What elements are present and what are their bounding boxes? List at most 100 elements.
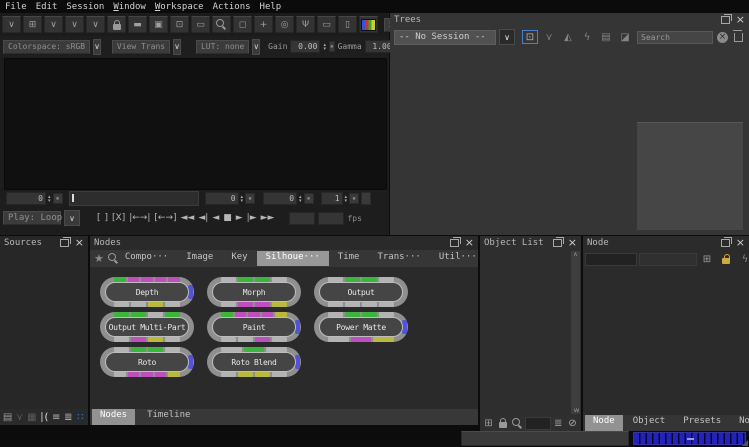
pan-reset-button[interactable]: +: [254, 16, 273, 33]
frame-spinner[interactable]: ▴▾: [48, 195, 51, 203]
lut-chevron-icon[interactable]: ∨: [252, 39, 260, 55]
node-output-multi-part[interactable]: Output Multi-Part: [100, 312, 194, 342]
object-list-float-icon[interactable]: [553, 239, 562, 247]
node-panel-float-icon[interactable]: [721, 239, 730, 247]
fast-forward-button[interactable]: ►►: [261, 213, 275, 223]
process-icon[interactable]: ϟ: [737, 252, 749, 266]
scroll-up-icon[interactable]: ∧: [573, 251, 577, 258]
trees-float-icon[interactable]: [721, 16, 730, 24]
node-output[interactable]: Output: [314, 277, 408, 307]
play-button[interactable]: ►: [236, 213, 243, 223]
dod-button[interactable]: ◻: [233, 16, 252, 33]
layout-button[interactable]: ⊞: [23, 16, 42, 33]
step-reset-button[interactable]: ▪: [349, 193, 359, 204]
node-label-field[interactable]: [639, 253, 697, 266]
thumbnail-view-icon[interactable]: ∷: [75, 410, 86, 424]
colorspace-dropdown[interactable]: Colorspace: sRGB: [3, 40, 90, 54]
display-icon[interactable]: ⊡: [522, 30, 538, 44]
tab-image[interactable]: Image: [177, 251, 222, 266]
channel-dropdown-button[interactable]: ∨: [65, 16, 84, 33]
nodes-float-icon[interactable]: [450, 239, 459, 247]
footer-tab-timeline[interactable]: Timeline: [139, 409, 198, 425]
tree-icon[interactable]: ⋎: [541, 30, 557, 44]
frame-reset-button[interactable]: ▪: [53, 193, 63, 204]
menu-window[interactable]: Window: [113, 2, 146, 12]
object-list-close-icon[interactable]: ×: [568, 238, 577, 248]
crop-button[interactable]: ▭: [317, 16, 336, 33]
play-range-button[interactable]: [←→]: [154, 213, 176, 223]
import-media-icon[interactable]: ▤: [2, 410, 13, 424]
lock-icon[interactable]: [496, 416, 509, 430]
range-start-reset-button[interactable]: ▪: [245, 193, 255, 204]
film-icon[interactable]: ▦: [26, 410, 37, 424]
node-panel-tab-object[interactable]: Object: [625, 415, 674, 431]
lut-dropdown[interactable]: LUT: none: [196, 40, 249, 54]
goto-in-button[interactable]: |←→|: [129, 213, 150, 223]
region-button[interactable]: ▭: [191, 16, 210, 33]
range-end-field[interactable]: [263, 192, 297, 205]
gain-spinner[interactable]: ▴▾: [323, 43, 326, 51]
step-field[interactable]: [321, 192, 343, 205]
compare-dropdown-button[interactable]: ∨: [86, 16, 105, 33]
timeline-slider[interactable]: [69, 191, 199, 206]
range-end-spinner[interactable]: ▴▾: [299, 195, 302, 203]
lock-icon[interactable]: [718, 252, 734, 266]
view-transform-chevron-icon[interactable]: ∨: [173, 39, 181, 55]
stop-button[interactable]: ■: [223, 213, 232, 223]
node-morph[interactable]: Morph: [207, 277, 301, 307]
notes-button[interactable]: ▯: [338, 16, 357, 33]
menu-file[interactable]: File: [5, 2, 27, 12]
resize-grip-icon[interactable]: [742, 440, 748, 446]
current-frame-field[interactable]: [6, 192, 46, 205]
output-icon[interactable]: ◭: [560, 30, 576, 44]
tree-icon[interactable]: ⋎: [14, 410, 25, 424]
trees-close-icon[interactable]: ×: [736, 15, 745, 25]
colorbars-button[interactable]: [359, 16, 378, 33]
save-icon[interactable]: ◪: [617, 30, 633, 44]
layers-icon[interactable]: ≣: [552, 416, 565, 430]
tab-util[interactable]: Util···: [430, 251, 486, 266]
rotate-button[interactable]: ◎: [275, 16, 294, 33]
scroll-down-icon[interactable]: ∨∨: [573, 407, 578, 414]
range-end-reset-button[interactable]: ▪: [304, 193, 314, 204]
hand-button[interactable]: Ψ: [296, 16, 315, 33]
range-start-field[interactable]: [205, 192, 239, 205]
add-icon[interactable]: ⊞: [699, 252, 715, 266]
rewind-button[interactable]: ◄◄: [181, 213, 195, 223]
node-paint[interactable]: Paint: [207, 312, 301, 342]
list-view-icon[interactable]: ≡: [51, 410, 62, 424]
add-object-icon[interactable]: ⊞: [482, 416, 495, 430]
process-icon[interactable]: ϟ: [579, 30, 595, 44]
menu-actions[interactable]: Actions: [213, 2, 251, 12]
fps-actual-field[interactable]: [289, 212, 315, 225]
divider-icon[interactable]: ∣(: [38, 410, 49, 424]
fps-target-field[interactable]: [318, 212, 344, 225]
node-roto[interactable]: Roto: [100, 347, 194, 377]
display-button[interactable]: ⊡: [170, 16, 189, 33]
panels-button[interactable]: ▬: [128, 16, 147, 33]
node-panel-tab-notes[interactable]: Notes: [731, 415, 749, 431]
gain-field[interactable]: [290, 40, 320, 53]
play-back-button[interactable]: ◄: [212, 213, 219, 223]
zoom-button[interactable]: [212, 16, 231, 33]
node-roto-blend[interactable]: Roto Blend: [207, 347, 301, 377]
menu-session[interactable]: Session: [66, 2, 104, 12]
prev-frame-button[interactable]: ◄|: [198, 213, 208, 223]
session-dropdown[interactable]: -- No Session --: [394, 30, 496, 45]
viewer-canvas[interactable]: [4, 58, 387, 190]
menu-help[interactable]: Help: [260, 2, 282, 12]
node-power-matte[interactable]: Power Matte: [314, 312, 408, 342]
mark-in-button[interactable]: [: [97, 213, 101, 223]
object-list-filter-field[interactable]: [525, 417, 551, 430]
node-panel-close-icon[interactable]: ×: [736, 238, 745, 248]
session-chevron-icon[interactable]: ∨: [499, 29, 515, 45]
play-mode-dropdown[interactable]: Play: Loop: [3, 211, 61, 225]
media-icon[interactable]: ▤: [598, 30, 614, 44]
nodes-close-icon[interactable]: ×: [465, 238, 474, 248]
mark-out-button[interactable]: ]: [105, 213, 109, 223]
node-panel-tab-node[interactable]: Node: [585, 415, 623, 431]
lock-button[interactable]: [107, 16, 126, 33]
object-list-scrollbar[interactable]: ∧ ∨∨: [571, 251, 580, 414]
reset-marks-button[interactable]: [X]: [112, 213, 125, 223]
menu-edit[interactable]: Edit: [36, 2, 58, 12]
